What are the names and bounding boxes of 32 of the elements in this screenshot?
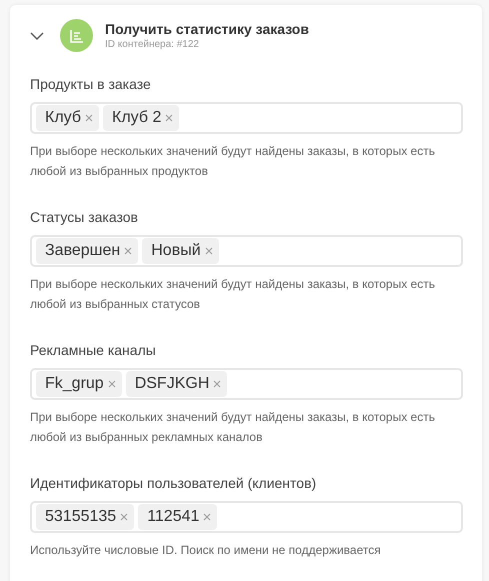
chevron-icon[interactable] xyxy=(30,30,44,40)
tag-chip[interactable]: Клуб xyxy=(36,105,99,131)
multiselect-field[interactable]: Fk_grup DSFJKGH xyxy=(30,368,463,400)
multiselect-field[interactable]: Завершен Новый xyxy=(30,235,463,267)
help-text: При выборе нескольких значений будут найдены заказы, в которых есть любой из выбранных рекламных каналов xyxy=(30,409,436,446)
remove-icon[interactable] xyxy=(204,247,213,255)
multiselect-field[interactable]: Клуб Клуб 2 xyxy=(30,102,463,134)
remove-icon[interactable] xyxy=(165,114,174,122)
tag-chip[interactable]: Клуб 2 xyxy=(103,105,180,131)
remove-icon[interactable] xyxy=(124,247,132,255)
field-label: Идентификаторы пользователей (клиентов) xyxy=(30,475,318,491)
container-id: ID контейнера: #122 xyxy=(105,39,200,50)
tag-chip[interactable]: Fk_grup xyxy=(36,371,122,397)
remove-icon[interactable] xyxy=(85,114,93,122)
multiselect-field[interactable]: 53155135 112541 xyxy=(30,501,463,533)
tag-chip[interactable]: Новый xyxy=(142,238,219,264)
field-label: Рекламные каналы xyxy=(30,342,157,358)
help-text: При выборе нескольких значений будут найдены заказы, в которых есть любой из выбранных продуктов xyxy=(30,143,436,180)
field-label: Продукты в заказе xyxy=(30,76,152,92)
tag-chip[interactable]: 53155135 xyxy=(36,504,134,530)
remove-icon[interactable] xyxy=(108,380,116,388)
chart-icon xyxy=(60,19,93,52)
tag-chip[interactable]: DSFJKGH xyxy=(126,371,228,397)
tag-chip[interactable]: 112541 xyxy=(138,504,218,530)
remove-icon[interactable] xyxy=(203,513,212,521)
field-label: Статусы заказов xyxy=(30,209,139,225)
remove-icon[interactable] xyxy=(213,380,222,388)
help-text: При выборе нескольких значений будут найдены заказы, в которых есть любой из выбранных статусов xyxy=(30,276,436,313)
tag-chip[interactable]: Завершен xyxy=(36,238,138,264)
help-text: Используйте числовые ID. Поиск по имени не поддерживается xyxy=(30,542,382,559)
remove-icon[interactable] xyxy=(120,513,128,521)
block-title: Получить статистику заказов xyxy=(105,21,309,37)
